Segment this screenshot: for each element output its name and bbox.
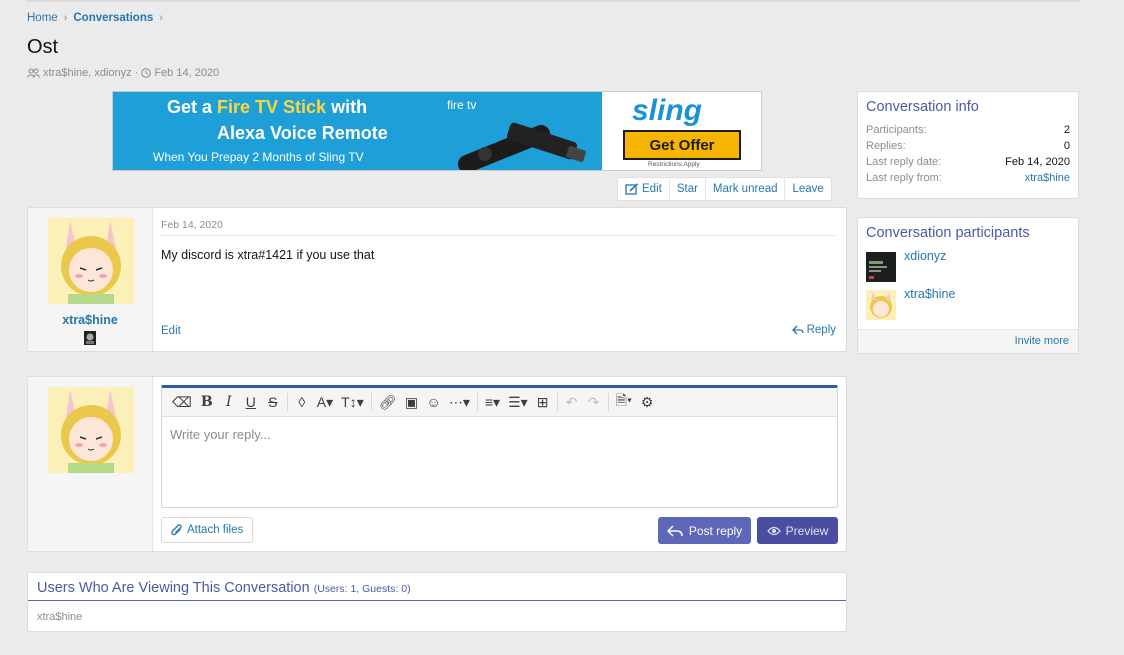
avatar[interactable] (866, 290, 896, 320)
rich-text-editor: ⌫ B I U S ◊ A▾ T↕▾ 🔗︎ ▣ ☺ ⋯▾ ≡▾ ☰▾ ⊞ ↶ ↷… (161, 385, 838, 508)
reply-icon (791, 325, 804, 335)
viewing-users-block: Users Who Are Viewing This Conversation … (27, 572, 847, 632)
mark-unread-button[interactable]: Mark unread (706, 178, 786, 200)
participant-name[interactable]: xtra$hine (904, 287, 955, 301)
clock-icon (141, 68, 152, 78)
remote-image (457, 122, 586, 170)
text-color-icon[interactable]: ◊ (291, 391, 313, 413)
reply-editor-cell: ⌫ B I U S ◊ A▾ T↕▾ 🔗︎ ▣ ☺ ⋯▾ ≡▾ ☰▾ ⊞ ↶ ↷… (153, 377, 846, 551)
quick-reply: ⌫ B I U S ◊ A▾ T↕▾ 🔗︎ ▣ ☺ ⋯▾ ≡▾ ☰▾ ⊞ ↶ ↷… (27, 376, 847, 552)
reply-icon (666, 524, 683, 537)
breadcrumb-home[interactable]: Home (27, 12, 58, 24)
reply-user-cell (28, 377, 153, 551)
sling-logo: sling (632, 94, 703, 127)
avatar[interactable] (866, 252, 896, 282)
users-icon (27, 68, 40, 78)
participant-name[interactable]: xdionyz (904, 249, 946, 263)
smilie-icon[interactable]: ☺ (423, 391, 445, 413)
meta-dot: · (134, 67, 139, 79)
drafts-icon[interactable]: 🗎▾ (612, 391, 636, 413)
message-date[interactable]: Feb 14, 2020 (161, 219, 223, 231)
message-reply-link[interactable]: Reply (791, 324, 836, 336)
reply-input[interactable]: Write your reply... (162, 417, 837, 452)
avatar[interactable] (48, 218, 134, 304)
bold-icon[interactable]: B (196, 391, 218, 413)
participant-item[interactable]: xtra$hine (858, 286, 1078, 324)
conversation-info-rows: Participants: 2 Replies: 0 Last reply date… (858, 122, 1078, 186)
post-reply-button[interactable]: Post reply (658, 517, 751, 544)
italic-icon[interactable]: I (218, 391, 240, 413)
message-content: Feb 14, 2020 My discord is xtra#1421 if … (153, 208, 846, 351)
image-icon[interactable]: ▣ (401, 391, 423, 413)
attach-files-button[interactable]: Attach files (161, 517, 254, 543)
invite-more-link[interactable]: Invite more (858, 329, 1078, 353)
ad-left-panel: Get a Fire TV Stick with Alexa Voice Rem… (113, 92, 602, 170)
ad-subheadline: Alexa Voice Remote (217, 123, 388, 143)
conversation-info-title: Conversation info (866, 99, 979, 115)
ad-right-panel: sling Get Offer Restrictions Apply (602, 92, 761, 170)
toolbar-separator (556, 393, 558, 411)
font-family-icon[interactable]: A▾ (313, 391, 337, 413)
leave-button[interactable]: Leave (785, 178, 830, 200)
edit-conversation-button[interactable]: Edit (618, 178, 670, 200)
redo-icon[interactable]: ↷ (583, 391, 605, 413)
meta-participants: xtra$hine, xdionyz (43, 67, 132, 79)
list-icon[interactable]: ☰▾ (504, 391, 532, 413)
ad-tagline: When You Prepay 2 Months of Sling TV (153, 150, 364, 164)
info-row: Participants: 2 (866, 124, 1070, 136)
conversation-participants-block: Conversation participants xdionyz xtra$h… (857, 217, 1079, 354)
settings-icon[interactable]: ⚙ (636, 391, 658, 413)
breadcrumb: Home › Conversations › (27, 12, 169, 24)
align-icon[interactable]: ≡▾ (481, 391, 504, 413)
editor-toolbar: ⌫ B I U S ◊ A▾ T↕▾ 🔗︎ ▣ ☺ ⋯▾ ≡▾ ☰▾ ⊞ ↶ ↷… (162, 388, 837, 417)
viewing-users-counts: (Users: 1, Guests: 0) (313, 583, 411, 595)
clear-formatting-icon[interactable]: ⌫ (168, 391, 196, 413)
eye-icon (766, 526, 781, 535)
toolbar-separator (286, 393, 288, 411)
underline-icon[interactable]: U (240, 391, 262, 413)
advertisement-banner[interactable]: Get a Fire TV Stick with Alexa Voice Rem… (112, 91, 762, 171)
message-divider (161, 235, 836, 236)
table-icon[interactable]: ⊞ (532, 391, 554, 413)
get-offer-button[interactable]: Get Offer (623, 130, 741, 160)
participants-title: Conversation participants (866, 225, 1030, 241)
meta-date: Feb 14, 2020 (154, 67, 220, 79)
undo-icon[interactable]: ↶ (561, 391, 583, 413)
user-badge-icon (84, 331, 96, 345)
message-username[interactable]: xtra$hine (28, 313, 152, 327)
strikethrough-icon[interactable]: S (262, 391, 284, 413)
toolbar-separator (476, 393, 478, 411)
breadcrumb-conversations[interactable]: Conversations (73, 12, 153, 24)
participant-item[interactable]: xdionyz (858, 248, 1078, 286)
viewing-users-list: xtra$hine (37, 611, 83, 623)
thread-meta: xtra$hine, xdionyz · Feb 14, 2020 (27, 67, 219, 79)
toolbar-separator (370, 393, 372, 411)
link-icon[interactable]: 🔗︎ (375, 391, 401, 413)
font-size-icon[interactable]: T↕▾ (337, 391, 368, 413)
edit-icon (625, 183, 639, 195)
message-post: xtra$hine Feb 14, 2020 My discord is xtr… (27, 207, 847, 352)
more-options-icon[interactable]: ⋯▾ (445, 391, 474, 413)
preview-button[interactable]: Preview (757, 517, 838, 544)
conversation-info-block: Conversation info Participants: 2 Replies… (857, 91, 1079, 199)
top-divider (27, 0, 1080, 2)
ad-restrictions: Restrictions Apply (648, 161, 700, 168)
avatar[interactable] (48, 387, 134, 473)
breadcrumb-separator: › (159, 12, 163, 24)
paperclip-icon (171, 524, 182, 536)
message-user-cell: xtra$hine (28, 208, 153, 351)
toolbar-separator (607, 393, 609, 411)
info-row: Replies: 0 (866, 140, 1070, 152)
star-button[interactable]: Star (670, 178, 706, 200)
breadcrumb-separator: › (63, 12, 68, 24)
last-reply-user-link[interactable]: xtra$hine (1025, 170, 1070, 186)
conversation-actions: Edit Star Mark unread Leave (617, 177, 832, 201)
ad-headline: Get a Fire TV Stick with (167, 97, 368, 117)
info-row: Last reply from: xtra$hine (866, 170, 1070, 186)
info-row: Last reply date: Feb 14, 2020 (866, 156, 1070, 168)
page-title: Ost (27, 36, 59, 58)
message-edit-link[interactable]: Edit (161, 325, 181, 337)
message-body: My discord is xtra#1421 if you use that (161, 248, 375, 262)
viewing-users-header: Users Who Are Viewing This Conversation … (28, 573, 846, 601)
